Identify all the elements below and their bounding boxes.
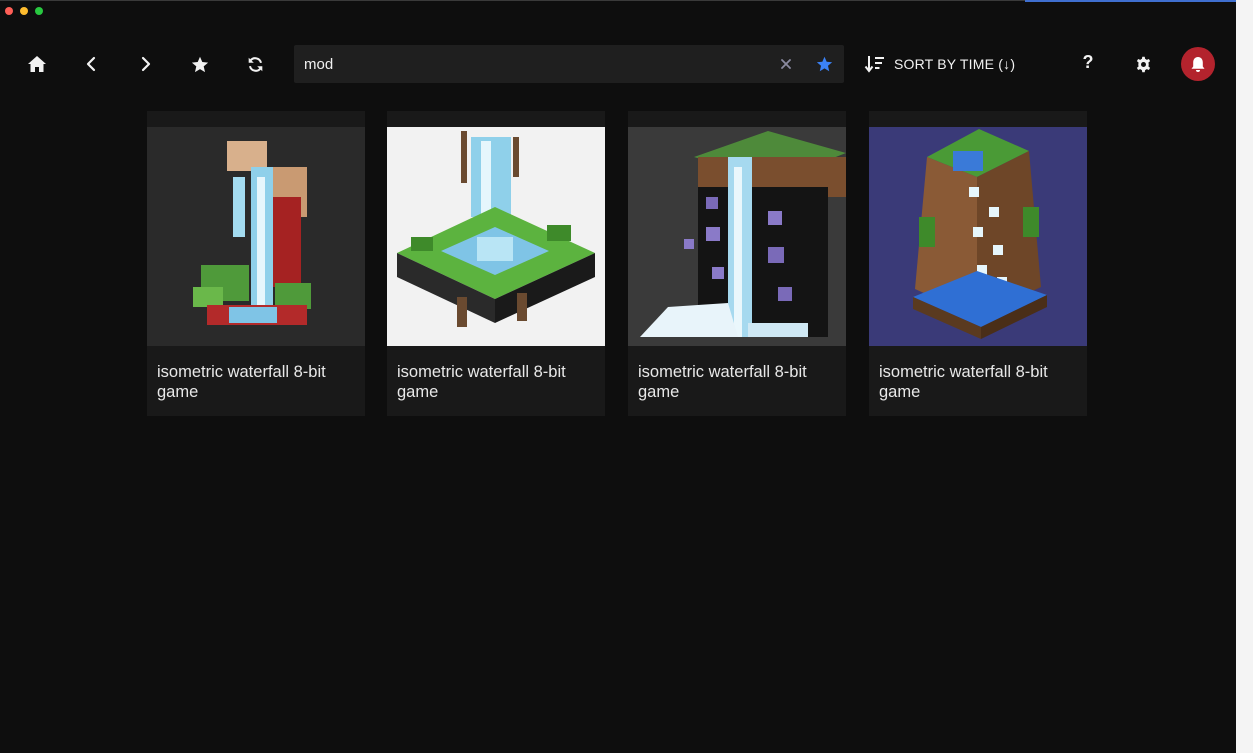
- notifications-button[interactable]: [1181, 47, 1215, 81]
- thumbnail-image: [147, 127, 365, 346]
- window-close-button[interactable]: [5, 7, 13, 15]
- bell-icon: [1191, 56, 1205, 72]
- forward-button[interactable]: [131, 49, 161, 79]
- chevron-right-icon: [141, 56, 151, 72]
- home-icon: [28, 56, 46, 72]
- card-caption: isometric waterfall 8-bit game: [638, 363, 807, 401]
- app-window: SORT BY TIME (↓) ?: [0, 0, 1236, 753]
- card-caption: isometric waterfall 8-bit game: [879, 363, 1048, 401]
- settings-button[interactable]: [1128, 49, 1158, 79]
- window-minimize-button[interactable]: [20, 7, 28, 15]
- refresh-button[interactable]: [240, 49, 270, 79]
- help-button[interactable]: ?: [1078, 52, 1098, 74]
- back-button[interactable]: [76, 49, 106, 79]
- star-icon: [191, 56, 209, 72]
- thumbnail-image: [869, 127, 1087, 346]
- image-card[interactable]: isometric waterfall 8-bit game: [628, 111, 846, 416]
- clear-search-button[interactable]: [778, 56, 794, 72]
- card-caption: isometric waterfall 8-bit game: [157, 363, 326, 401]
- thumbnail-image: [628, 127, 846, 346]
- gear-icon: [1136, 56, 1150, 72]
- save-search-button[interactable]: [814, 54, 834, 74]
- sort-button[interactable]: SORT BY TIME (↓): [864, 52, 1015, 76]
- window-zoom-button[interactable]: [35, 7, 43, 15]
- image-card[interactable]: isometric waterfall 8-bit game: [869, 111, 1087, 416]
- thumbnail-image: [387, 127, 605, 346]
- home-button[interactable]: [22, 49, 52, 79]
- search-box: [294, 45, 844, 83]
- star-icon: [816, 56, 832, 72]
- close-icon: [781, 59, 791, 69]
- favorites-button[interactable]: [185, 49, 215, 79]
- window-edge: [1236, 0, 1253, 753]
- refresh-icon: [248, 56, 262, 72]
- search-input[interactable]: [304, 45, 774, 83]
- window-focus-line: [1025, 0, 1236, 2]
- image-card[interactable]: isometric waterfall 8-bit game: [387, 111, 605, 416]
- image-card[interactable]: isometric waterfall 8-bit game: [147, 111, 365, 416]
- sort-label: SORT BY TIME (↓): [894, 56, 1016, 72]
- card-caption: isometric waterfall 8-bit game: [397, 363, 566, 401]
- chevron-left-icon: [86, 56, 96, 72]
- sort-descending-icon: [864, 56, 884, 73]
